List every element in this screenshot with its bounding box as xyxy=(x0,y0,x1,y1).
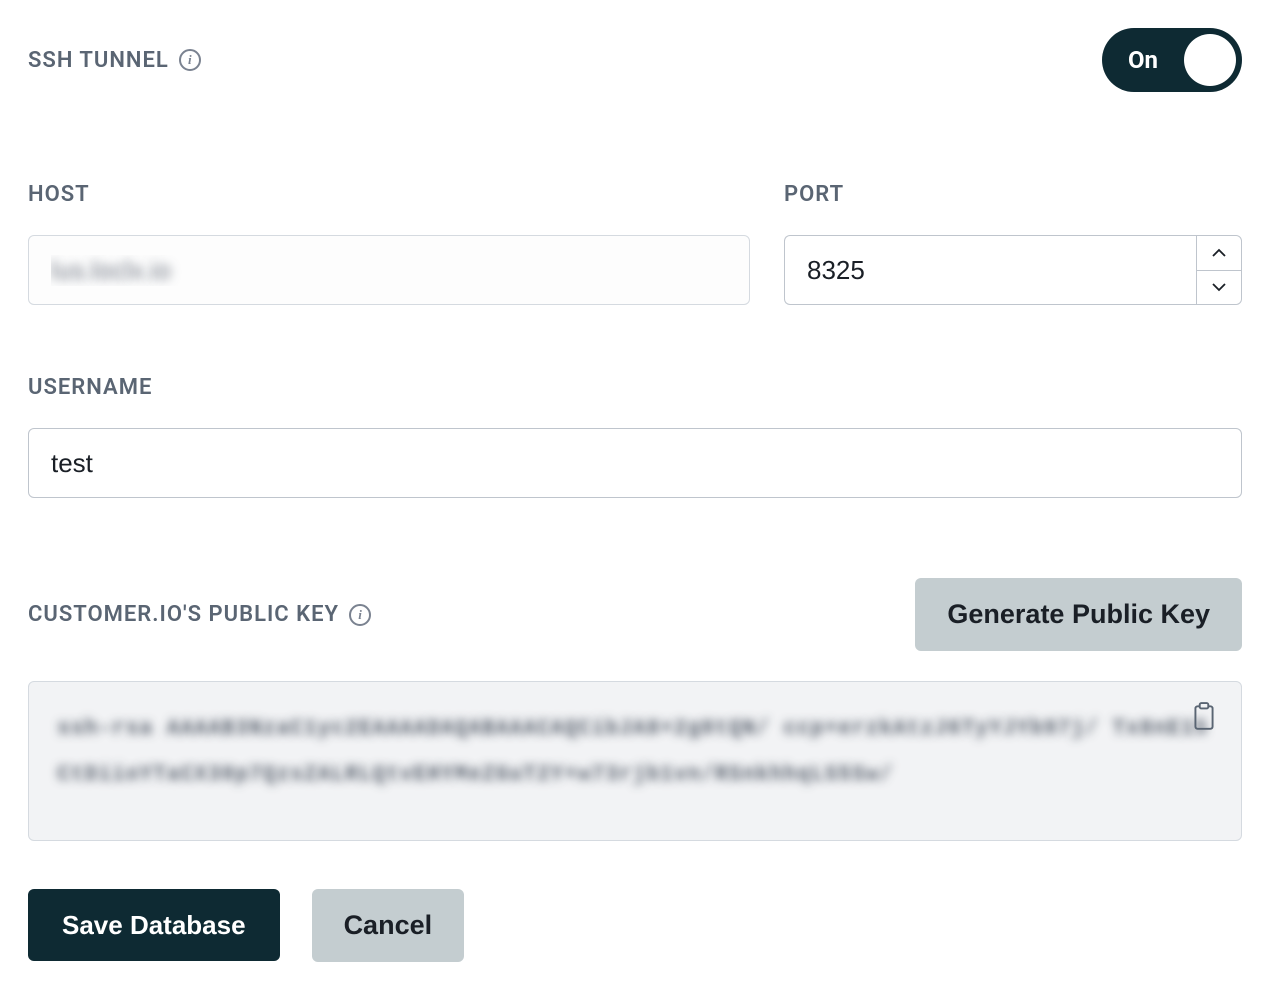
ssh-tunnel-header: SSH TUNNEL i On xyxy=(28,28,1242,92)
public-key-label: CUSTOMER.IO'S PUBLIC KEY xyxy=(28,602,339,627)
toggle-knob xyxy=(1184,34,1236,86)
toggle-state-label: On xyxy=(1128,46,1158,74)
public-key-label-group: CUSTOMER.IO'S PUBLIC KEY i xyxy=(28,602,371,627)
info-icon[interactable]: i xyxy=(349,604,371,626)
port-field: PORT xyxy=(784,182,1242,305)
chevron-down-icon xyxy=(1212,283,1226,292)
copy-icon[interactable] xyxy=(1191,702,1217,732)
ssh-tunnel-label-group: SSH TUNNEL i xyxy=(28,48,201,73)
save-database-button[interactable]: Save Database xyxy=(28,889,280,961)
username-label: USERNAME xyxy=(28,375,1242,400)
ssh-tunnel-label: SSH TUNNEL xyxy=(28,48,169,73)
public-key-header: CUSTOMER.IO'S PUBLIC KEY i Generate Publ… xyxy=(28,578,1242,651)
action-buttons: Save Database Cancel xyxy=(28,889,1242,962)
info-icon[interactable]: i xyxy=(179,49,201,71)
host-port-row: HOST PORT xyxy=(28,182,1242,305)
host-field: HOST xyxy=(28,182,750,305)
username-field: USERNAME xyxy=(28,375,1242,498)
cancel-button[interactable]: Cancel xyxy=(312,889,465,962)
port-input-wrap xyxy=(784,235,1242,305)
host-input[interactable] xyxy=(28,235,750,305)
public-key-content: ssh-rsa AAAAB3NzaC1yc2EAAAADAQABAAACAQCi… xyxy=(57,706,1213,798)
clipboard-icon xyxy=(1191,702,1217,732)
port-decrement-button[interactable] xyxy=(1197,271,1241,305)
port-label: PORT xyxy=(784,182,1242,207)
host-label: HOST xyxy=(28,182,750,207)
username-input[interactable] xyxy=(28,428,1242,498)
chevron-up-icon xyxy=(1212,248,1226,257)
public-key-box: ssh-rsa AAAAB3NzaC1yc2EAAAADAQABAAACAQCi… xyxy=(28,681,1242,841)
port-input[interactable] xyxy=(784,235,1196,305)
ssh-tunnel-toggle[interactable]: On xyxy=(1102,28,1242,92)
port-spinner xyxy=(1196,235,1242,305)
generate-public-key-button[interactable]: Generate Public Key xyxy=(915,578,1242,651)
port-increment-button[interactable] xyxy=(1197,236,1241,271)
